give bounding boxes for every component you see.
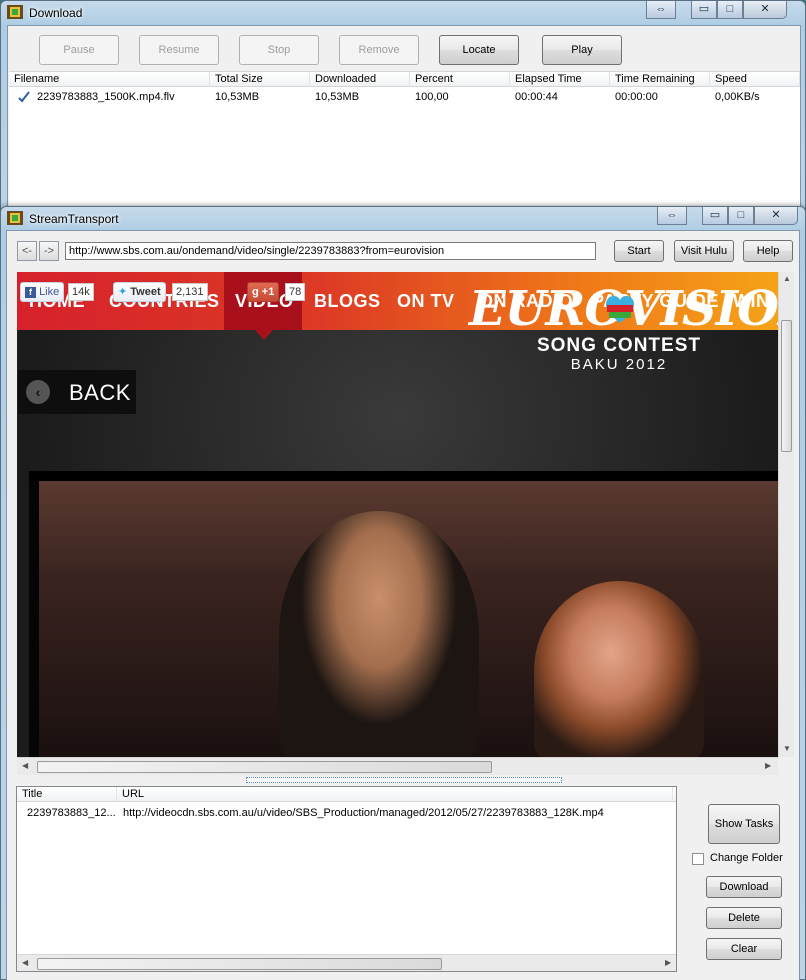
logo-subtitle: SONG CONTEST [536, 335, 701, 356]
back-link[interactable]: ‹ BACK [18, 370, 136, 414]
download-window: Download ⇔ ▭ □ ✕ Pause Resume Stop Remov… [0, 0, 806, 217]
web-vertical-scrollbar[interactable]: ▲ ▼ [778, 272, 794, 757]
url-input[interactable] [65, 242, 596, 260]
plusone-label: +1 [261, 286, 275, 298]
facebook-like-button[interactable]: f Like [20, 282, 65, 302]
cell-title: 2239783883_12... [27, 807, 116, 819]
web-horizontal-scrollbar[interactable]: ◀ ▶ [17, 757, 778, 775]
stop-button[interactable]: Stop [239, 35, 319, 65]
active-nav-pointer [255, 330, 273, 340]
film-app-icon [7, 5, 23, 19]
scrollbar-thumb[interactable] [37, 958, 442, 970]
window-title: StreamTransport [29, 212, 119, 226]
media-horizontal-scrollbar[interactable]: ◀ ▶ [17, 954, 676, 971]
close-button[interactable]: ✕ [754, 207, 798, 225]
show-tasks-button[interactable]: Show Tasks [708, 804, 780, 844]
download-list[interactable]: Filename Total Size Downloaded Percent E… [9, 71, 800, 217]
google-icon: g [252, 286, 259, 298]
splitter[interactable] [246, 777, 562, 783]
column-url[interactable]: URL [117, 787, 673, 802]
change-folder-checkbox[interactable] [692, 853, 704, 865]
checkmark-icon [18, 91, 30, 103]
play-button[interactable]: Play [542, 35, 622, 65]
locate-button[interactable]: Locate [439, 35, 519, 65]
minimize-button[interactable]: ▭ [702, 207, 728, 225]
scroll-left-icon[interactable]: ◀ [22, 958, 28, 967]
cell-filename: 2239783883_1500K.mp4.flv [37, 91, 175, 103]
resume-button[interactable]: Resume [139, 35, 219, 65]
facebook-icon: f [25, 287, 36, 298]
google-plusone-button[interactable]: g +1 [247, 282, 280, 302]
column-percent[interactable]: Percent [410, 72, 510, 87]
cell-time-remaining: 00:00:00 [615, 91, 658, 103]
back-nav-button[interactable]: <- [17, 241, 37, 261]
eurovision-logo: EUROVISION SONG CONTEST BAKU 2012 [469, 282, 778, 402]
clear-button[interactable]: Clear [706, 938, 782, 960]
remove-button[interactable]: Remove [339, 35, 419, 65]
cell-speed: 0,00KB/s [715, 91, 760, 103]
scroll-right-icon[interactable]: ▶ [665, 958, 671, 967]
heart-flag-icon [606, 296, 634, 323]
back-arrow-icon: ‹ [26, 380, 50, 404]
scroll-down-icon[interactable]: ▼ [783, 744, 791, 753]
help-button[interactable]: Help [743, 240, 793, 262]
media-list-header: Title URL [17, 787, 676, 802]
column-time-remaining[interactable]: Time Remaining [610, 72, 710, 87]
minimize-button[interactable]: ▭ [691, 1, 717, 19]
pause-button[interactable]: Pause [39, 35, 119, 65]
column-elapsed-time[interactable]: Elapsed Time [510, 72, 610, 87]
cell-percent: 100,00 [415, 91, 449, 103]
twitter-bird-icon: ✦ [118, 286, 128, 298]
tweet-label: Tweet [130, 286, 161, 298]
video-person-left [279, 511, 479, 757]
table-row[interactable]: 2239783883_12... http://videocdn.sbs.com… [17, 805, 676, 821]
plusone-count: 78 [285, 283, 306, 301]
video-person-right [534, 581, 704, 757]
scrollbar-thumb[interactable] [37, 761, 492, 773]
restore-icon[interactable]: ⇔ [657, 207, 687, 225]
maximize-button[interactable]: □ [728, 207, 754, 225]
restore-icon[interactable]: ⇔ [646, 1, 676, 19]
download-titlebar[interactable]: Download ⇔ ▭ □ ✕ [1, 1, 805, 25]
scroll-left-icon[interactable]: ◀ [22, 761, 28, 770]
tweet-button[interactable]: ✦ Tweet [113, 282, 166, 302]
maximize-button[interactable]: □ [717, 1, 743, 19]
download-button[interactable]: Download [706, 876, 782, 898]
cell-elapsed-time: 00:00:44 [515, 91, 558, 103]
start-button[interactable]: Start [614, 240, 664, 262]
nav-blogs[interactable]: BLOGS [314, 291, 381, 312]
video-player[interactable] [29, 471, 778, 757]
scroll-up-icon[interactable]: ▲ [783, 274, 791, 283]
like-count: 14k [68, 283, 94, 301]
cell-total-size: 10,53MB [215, 91, 260, 103]
window-title: Download [29, 6, 83, 20]
scrollbar-thumb[interactable] [781, 320, 792, 452]
visit-hulu-button[interactable]: Visit Hulu [674, 240, 734, 262]
cell-downloaded: 10,53MB [315, 91, 360, 103]
forward-nav-button[interactable]: -> [39, 241, 59, 261]
download-client: Pause Resume Stop Remove Locate Play Fil… [7, 25, 801, 217]
table-row[interactable]: 2239783883_1500K.mp4.flv 10,53MB 10,53MB… [9, 89, 800, 105]
logo-place: BAKU 2012 [570, 356, 668, 373]
nav-on-tv[interactable]: ON TV [397, 291, 455, 312]
delete-button[interactable]: Delete [706, 907, 782, 929]
scroll-right-icon[interactable]: ▶ [765, 761, 771, 770]
column-speed[interactable]: Speed [710, 72, 800, 87]
column-total-size[interactable]: Total Size [210, 72, 310, 87]
like-label: Like [39, 286, 60, 298]
cell-url: http://videocdn.sbs.com.au/u/video/SBS_P… [123, 807, 604, 819]
media-list[interactable]: Title URL 2239783883_12... http://videoc… [16, 786, 677, 972]
column-title[interactable]: Title [17, 787, 117, 802]
back-label: BACK [69, 380, 131, 405]
film-app-icon [7, 211, 23, 225]
web-view[interactable]: HOME COUNTRIES VIDEO BLOGS ON TV ON RADI… [17, 272, 778, 757]
video-frame [39, 481, 778, 757]
column-downloaded[interactable]: Downloaded [310, 72, 410, 87]
change-folder-label[interactable]: Change Folder [710, 852, 783, 864]
download-list-header: Filename Total Size Downloaded Percent E… [9, 72, 800, 87]
streamtransport-titlebar[interactable]: StreamTransport ⇔ ▭ □ ✕ [1, 207, 805, 231]
close-button[interactable]: ✕ [743, 1, 787, 19]
tweet-count: 2,131 [172, 283, 208, 301]
column-filename[interactable]: Filename [9, 72, 210, 87]
